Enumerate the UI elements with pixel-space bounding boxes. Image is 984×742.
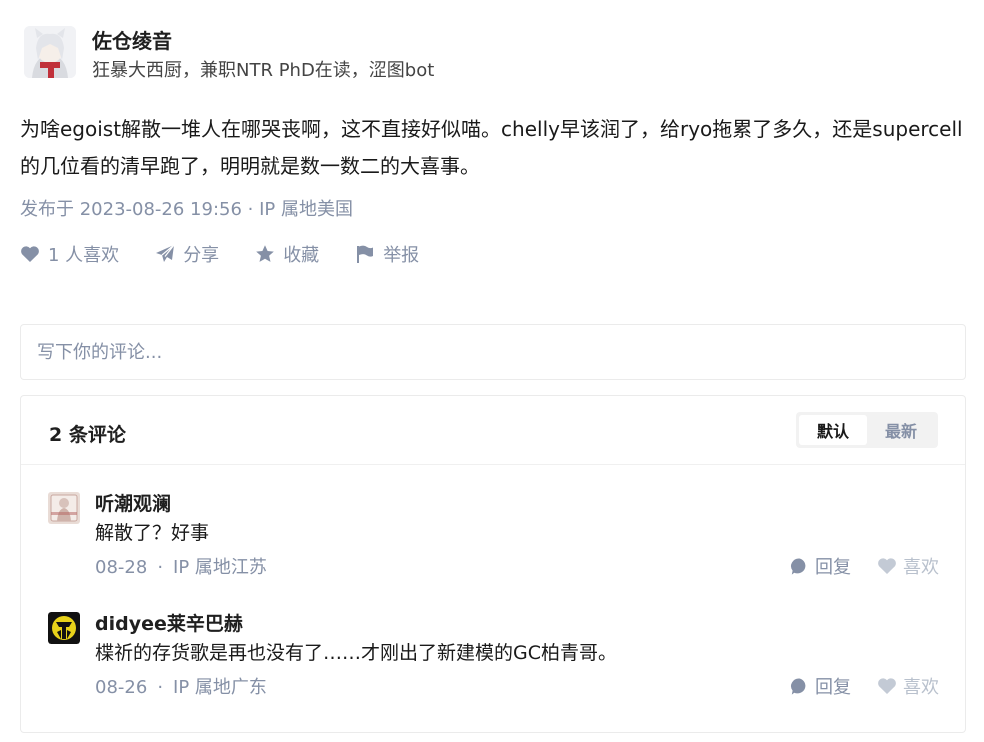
comment-meta: 08-28 · IP 属地江苏	[95, 557, 267, 578]
favorite-label: 收藏	[283, 245, 320, 266]
reply-button[interactable]: 回复	[790, 553, 851, 579]
comment-like-button[interactable]: 喜欢	[877, 553, 939, 579]
comment-like-button[interactable]: 喜欢	[877, 673, 939, 699]
commenter-avatar[interactable]	[48, 612, 80, 644]
comment-date: 08-26	[95, 677, 148, 698]
author-name[interactable]: 佐仓绫音	[92, 25, 172, 54]
comments-section: 2 条评论 默认 最新 听潮观澜 解散了？好事 08-28 · IP 属地江苏 回复	[20, 395, 966, 733]
share-button[interactable]: 分享	[155, 241, 219, 267]
reply-label: 回复	[815, 557, 851, 578]
star-icon	[256, 245, 274, 262]
comment-input-box	[20, 324, 966, 380]
report-label: 举报	[383, 245, 420, 266]
comment-date: 08-28	[95, 557, 148, 578]
report-button[interactable]: 举报	[355, 241, 419, 267]
commenter-name[interactable]: 听潮观澜	[95, 489, 171, 516]
comment-like-label: 喜欢	[903, 677, 939, 698]
comment-meta: 08-26 · IP 属地广东	[95, 677, 267, 698]
sort-default-button[interactable]: 默认	[799, 415, 867, 445]
comment-ip: IP 属地江苏	[173, 557, 267, 578]
comment-input[interactable]	[21, 325, 965, 379]
comment-actions: 回复 喜欢	[764, 553, 939, 579]
action-bar: 1 人喜欢 分享 收藏 举报	[20, 240, 455, 268]
author-avatar[interactable]	[24, 26, 76, 78]
comments-header: 2 条评论 默认 最新	[21, 396, 965, 465]
commenter-name[interactable]: didyee莱辛巴赫	[95, 609, 243, 636]
comment-text: 楪祈的存货歌是再也没有了……才刚出了新建模的GC柏青哥。	[95, 642, 617, 664]
comment-item: 听潮观澜 解散了？好事 08-28 · IP 属地江苏 回复 喜欢	[21, 492, 965, 592]
sort-toggle: 默认 最新	[796, 412, 938, 448]
like-label: 1 人喜欢	[48, 245, 120, 266]
sort-latest-button[interactable]: 最新	[867, 415, 935, 445]
post-content: 为啥egoist解散一堆人在哪哭丧啊，这不直接好似喵。chelly早该润了，给r…	[20, 117, 963, 178]
flag-icon	[357, 245, 374, 263]
author-bio: 狂暴大西厨，兼职NTR PhD在读，涩图bot	[92, 60, 435, 81]
commenter-avatar[interactable]	[48, 492, 80, 524]
reply-label: 回复	[815, 677, 851, 698]
comments-count: 2 条评论	[49, 424, 126, 446]
comment-item: didyee莱辛巴赫 楪祈的存货歌是再也没有了……才刚出了新建模的GC柏青哥。 …	[21, 612, 965, 712]
comment-actions: 回复 喜欢	[764, 673, 939, 699]
heart-icon	[878, 678, 896, 694]
like-button[interactable]: 1 人喜欢	[20, 241, 119, 267]
favorite-button[interactable]: 收藏	[255, 241, 319, 267]
comment-like-label: 喜欢	[903, 557, 939, 578]
comment-ip: IP 属地广东	[173, 677, 267, 698]
heart-icon	[878, 558, 896, 574]
reply-button[interactable]: 回复	[790, 673, 851, 699]
post-meta: 发布于 2023-08-26 19:56 · IP 属地美国	[20, 199, 353, 220]
chat-bubble-icon	[791, 557, 806, 575]
share-label: 分享	[183, 245, 220, 266]
comment-text: 解散了？好事	[95, 522, 210, 544]
chat-bubble-icon	[791, 677, 806, 695]
paper-plane-icon	[156, 244, 175, 262]
heart-icon	[21, 246, 39, 262]
